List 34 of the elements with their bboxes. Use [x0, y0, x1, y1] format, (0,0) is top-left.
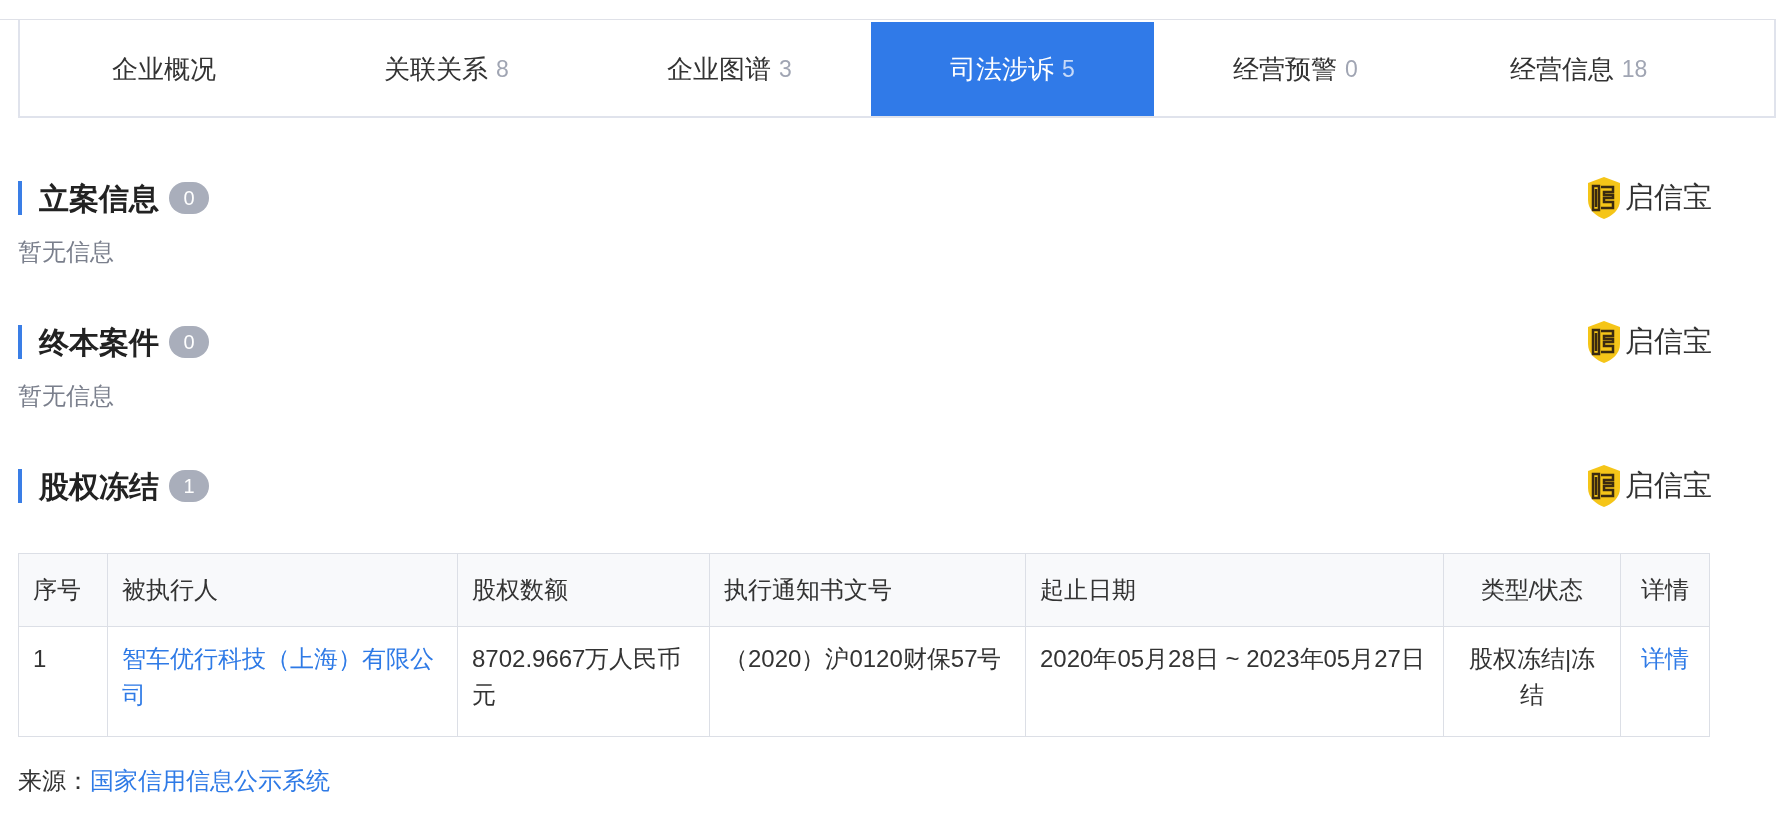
column-header: 执行通知书文号 [710, 554, 1026, 626]
column-header: 起止日期 [1026, 554, 1444, 626]
count-badge: 1 [169, 470, 209, 502]
shield-icon [1587, 464, 1621, 508]
empty-message: 暂无信息 [18, 237, 115, 267]
section-marker [18, 181, 22, 215]
empty-message: 暂无信息 [18, 381, 115, 411]
count-badge: 0 [169, 182, 209, 214]
table-cell-text: （2020）沪0120财保57号 [724, 644, 1002, 674]
brand-name: 启信宝 [1625, 324, 1712, 360]
section-marker [18, 469, 22, 503]
table-link[interactable]: 详情 [1641, 641, 1689, 677]
source-label: 来源： [18, 766, 90, 796]
table-cell-text: 2020年05月28日 ~ 2023年05月27日 [1040, 644, 1425, 674]
table-cell-text: 8702.9667万人民币元 [472, 644, 683, 710]
shield-icon [1587, 176, 1621, 220]
brand-name: 启信宝 [1625, 180, 1712, 216]
source-link[interactable]: 国家信用信息公示系统 [90, 763, 330, 799]
section-marker [18, 325, 22, 359]
column-header: 序号 [19, 554, 108, 626]
column-header: 被执行人 [108, 554, 458, 626]
column-header: 股权数额 [458, 554, 710, 626]
section-title: 终本案件 [39, 324, 159, 361]
shield-icon [1587, 320, 1621, 364]
section-title: 股权冻结 [39, 468, 159, 505]
section-title: 立案信息 [39, 180, 159, 217]
brand-name: 启信宝 [1625, 468, 1712, 504]
table-cell-text: 1 [33, 644, 47, 674]
tab[interactable]: 司法涉诉 5 [871, 22, 1154, 116]
table-link[interactable]: 智车优行科技（上海）有限公司 [122, 641, 443, 713]
count-badge: 0 [169, 326, 209, 358]
table-cell-text: 股权冻结|冻结 [1467, 644, 1597, 710]
column-header: 详情 [1640, 575, 1690, 605]
column-header: 类型/状态 [1444, 554, 1621, 626]
